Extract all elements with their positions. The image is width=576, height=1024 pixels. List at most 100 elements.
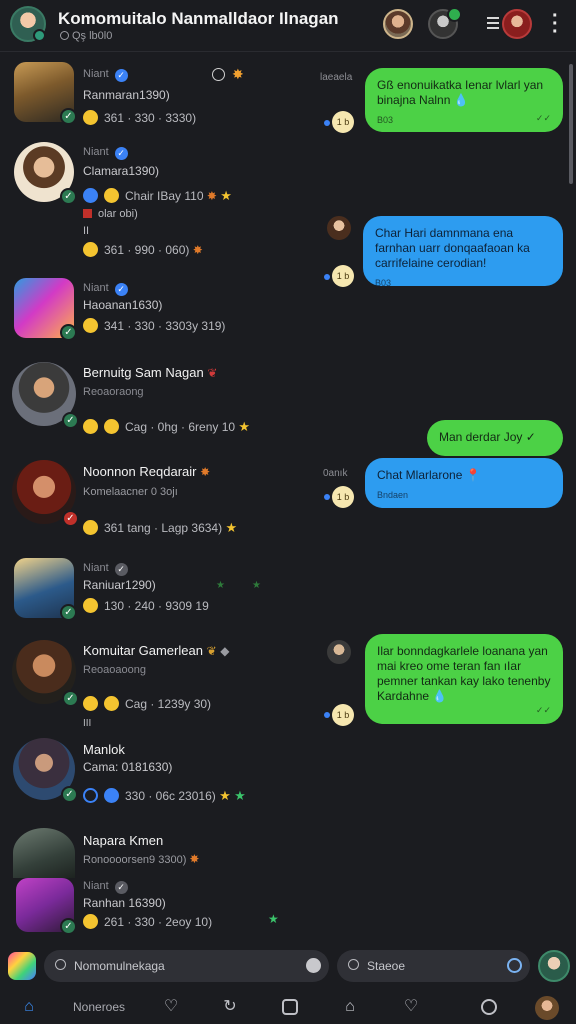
pin-icon: 📍 xyxy=(465,468,481,482)
message-detail-text: olar obi) xyxy=(98,208,138,220)
emoji-icon xyxy=(83,110,98,125)
conversation-item[interactable]: ✓ Komuitar Gamerlean ❦ ◆ Reoaoaoong Cag … xyxy=(0,640,315,730)
profile-avatar[interactable] xyxy=(535,996,559,1020)
verified-icon: ✓ xyxy=(114,283,128,296)
message-text: Char Hari damnmana ena farnhan uarr donq… xyxy=(375,226,530,270)
globe-icon xyxy=(83,188,98,203)
avatar: ✓ xyxy=(14,62,77,125)
incoming-message[interactable]: Char Hari damnmana ena farnhan uarr donq… xyxy=(363,216,563,288)
outgoing-message[interactable]: Gß enonuikatka Ienar lvlarl yan binajna … xyxy=(365,68,563,132)
outgoing-message[interactable]: Man derdar Joy ✓ xyxy=(427,420,563,456)
nav-label[interactable]: Noneroes xyxy=(73,1000,125,1014)
reaction-badge[interactable]: 1 b xyxy=(332,486,354,508)
info-icon xyxy=(83,788,98,803)
contact-name: Manlok xyxy=(83,742,125,757)
edit-icon[interactable] xyxy=(279,996,301,1018)
conversation-item[interactable]: ✓ Niant ✓ Raniuar1290) 130 · 240 · 9309 1… xyxy=(0,558,315,628)
sender-avatar[interactable] xyxy=(327,640,351,664)
incoming-message[interactable]: Chat Mlarlarone 📍 Bndaen xyxy=(365,458,563,508)
message-stats: 261 · 330 · 2eoy 10) xyxy=(83,914,212,929)
page-title: Komomuitalo Nanmalldaor Ilnagan xyxy=(58,9,339,28)
emoji-icon xyxy=(83,318,98,333)
ribbon-icon: ❦ xyxy=(207,366,218,380)
reaction-badge[interactable]: 1 b xyxy=(332,265,354,287)
emoji-icon xyxy=(83,520,98,535)
search-input[interactable]: Nomomulnekaga xyxy=(44,950,329,982)
contact-name: Niant ✓ xyxy=(83,880,128,894)
app-header: Komomuitalo Nanmalldaor Ilnagan Qş lb0l0… xyxy=(0,0,576,52)
conversation-item[interactable]: Napara Kmen Ronoooorsen9 3300) ✸ xyxy=(0,828,315,878)
reaction-badge[interactable]: 1 b xyxy=(332,704,354,726)
contact-avatar-3[interactable] xyxy=(502,9,532,39)
conversation-item[interactable]: ✓ Manlok Cama: 0181630) 330 · 06c 23016)… xyxy=(0,738,315,808)
bottom-navigation: ⌂ Noneroes ♡ ↻ ⌂ ♡ xyxy=(0,992,576,1024)
reaction-badge[interactable]: 1 b xyxy=(332,111,354,133)
my-avatar[interactable] xyxy=(538,950,570,982)
status-input[interactable]: Staeoe xyxy=(337,950,530,982)
message-stats: 330 · 06c 23016) ★ ★ xyxy=(83,788,246,804)
header-avatar[interactable] xyxy=(10,6,46,42)
reaction-dot xyxy=(324,494,330,500)
store-icon[interactable]: ⌂ xyxy=(339,996,361,1018)
conversation-item[interactable]: ✓ Noonnon Reqdarair ✸ Komelaacner 0 3ojı… xyxy=(0,460,315,540)
contact-name-text: Noonnon Reqdarair xyxy=(83,464,197,479)
message-stats: 361 · 990 · 060) ✸ xyxy=(83,242,203,257)
voice-icon[interactable] xyxy=(306,958,321,973)
page-subtitle-text: Qş lb0l0 xyxy=(72,30,113,42)
contact-avatar-2[interactable] xyxy=(428,7,462,39)
heart-icon[interactable]: ♡ xyxy=(160,996,182,1018)
message-preview: Ranmaran1390) xyxy=(83,88,170,102)
filter-icon[interactable] xyxy=(487,14,499,34)
avatar: ✓ xyxy=(12,640,79,707)
message-preview: Reoaoaoong xyxy=(83,664,147,676)
refresh-icon[interactable]: ↻ xyxy=(219,996,241,1018)
message-stats: 361 · 330 · 3330) xyxy=(83,110,196,125)
favorite-icon[interactable]: ♡ xyxy=(400,996,422,1018)
chat-pane: laeaela Gß enonuikatka Ienar lvlarl yan … xyxy=(315,52,576,940)
flag-icon xyxy=(83,209,92,218)
message-preview: Haoanan1630) xyxy=(83,298,163,312)
status-placeholder: Staeoe xyxy=(367,959,406,973)
check-icon: ✓ xyxy=(60,324,77,341)
more-options-icon[interactable]: · · · xyxy=(552,6,562,42)
message-meta: Bndaen xyxy=(377,490,409,500)
conversation-item[interactable]: ✓ Niant ✓ Haoanan1630) 341 · 330 · 3303y … xyxy=(0,278,315,348)
message-stats: 130 · 240 · 9309 19 xyxy=(83,598,209,613)
verified-icon: ✓ xyxy=(114,563,128,576)
star-icon: ★ xyxy=(268,912,279,926)
emoji-icon xyxy=(83,419,98,434)
contact-avatar-1[interactable] xyxy=(383,9,413,39)
sender-avatar[interactable] xyxy=(327,216,351,240)
status-icon xyxy=(60,31,69,40)
home-icon[interactable]: ⌂ xyxy=(18,996,40,1018)
outgoing-message[interactable]: Ilar bonndagkarlele loanana yan mai kreo… xyxy=(365,634,563,724)
clock-icon[interactable] xyxy=(507,958,522,973)
conversation-item[interactable]: ✓ Niant ✓ Ranhan 16390) 261 · 330 · 2eoy … xyxy=(0,878,315,938)
search-icon xyxy=(55,959,66,970)
contact-name: Komuitar Gamerlean ❦ ◆ xyxy=(83,643,230,658)
star-icon: ★ xyxy=(238,419,251,434)
contact-name-text: Komuitar Gamerlean xyxy=(83,643,203,658)
conversation-item[interactable]: ✓ Niant ✓ ✸ Ranmaran1390) 361 · 330 · 333… xyxy=(0,62,315,132)
avatar: ✓ xyxy=(14,142,77,205)
avatar: ✓ xyxy=(14,558,77,621)
emoji-circle xyxy=(481,999,497,1015)
emoji-icon[interactable] xyxy=(478,996,500,1018)
scrollbar[interactable] xyxy=(569,64,573,184)
message-stats-text: 361 · 990 · 060) xyxy=(104,243,190,257)
check-icon: ✓ xyxy=(61,786,78,803)
apps-icon[interactable] xyxy=(8,952,36,980)
star-icon: ★ xyxy=(220,188,232,203)
emoji-icon xyxy=(104,419,119,434)
reaction-dot xyxy=(324,120,330,126)
emoji-icon xyxy=(104,696,119,711)
message-preview: Clamara1390) xyxy=(83,164,160,178)
message-detail: olar obi) xyxy=(83,208,138,220)
sparkle-icon: ✸ xyxy=(206,189,217,203)
conversation-item[interactable]: ✓ Bernuitg Sam Nagan ❦ Reoaoraong Cag · … xyxy=(0,362,315,442)
conversation-item[interactable]: ✓ Niant ✓ Clamara1390) Chair IBay 110 ✸ ★… xyxy=(0,142,315,262)
contact-name: Napara Kmen xyxy=(83,833,164,848)
contact-name: Bernuitg Sam Nagan ❦ xyxy=(83,365,217,380)
message-meta: B03 xyxy=(377,115,394,125)
message-stats-text: 361 tang · Lagp 3634) xyxy=(104,521,223,535)
